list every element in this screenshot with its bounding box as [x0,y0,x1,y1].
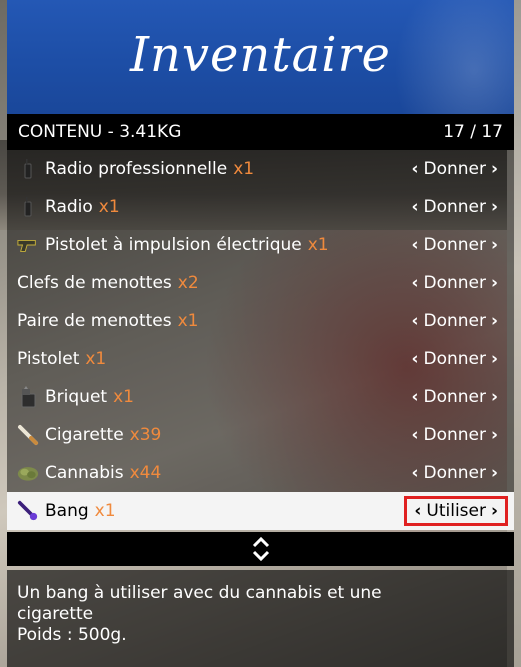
chevron-left-icon[interactable]: ‹ [411,463,418,483]
item-quantity: x1 [98,197,120,217]
chevron-left-icon[interactable]: ‹ [411,159,418,179]
use-action[interactable]: ‹ Utiliser › [404,496,508,526]
item-counter: 17 / 17 [443,122,503,142]
chevron-left-icon[interactable]: ‹ [414,501,421,521]
item-label: Radio professionnelle [45,159,228,179]
give-action[interactable]: ‹ Donner › [411,340,498,378]
action-label: Donner [423,159,486,179]
action-label: Donner [423,197,486,217]
stun-gun-icon [17,234,39,256]
item-label: Radio [45,197,93,217]
cannabis-icon [17,462,39,484]
give-action[interactable]: ‹ Donner › [411,454,498,492]
chevron-right-icon[interactable]: › [491,235,498,255]
item-label: Briquet [45,387,108,407]
item-quantity: x44 [129,463,162,483]
scroll-indicator[interactable] [7,532,514,566]
list-item-radio-professionnelle[interactable]: Radio professionnelle x1 ‹ Donner › [7,150,514,188]
item-quantity: x1 [85,349,107,369]
list-item-paire-de-menottes[interactable]: Paire de menottes x1 ‹ Donner › [7,302,514,340]
chevron-right-icon[interactable]: › [491,159,498,179]
action-label: Donner [423,387,486,407]
item-quantity: x1 [307,235,329,255]
item-label: Pistolet à impulsion électrique [45,235,302,255]
chevron-right-icon[interactable]: › [491,425,498,445]
description-line: cigarette [17,604,94,624]
item-description: Un bang à utiliser avec du cannabis et u… [7,570,514,667]
chevron-left-icon[interactable]: ‹ [411,387,418,407]
up-down-arrows-icon [252,536,269,562]
chevron-left-icon[interactable]: ‹ [411,197,418,217]
action-label: Utiliser [426,501,486,521]
description-line: Un bang à utiliser avec du cannabis et u… [17,583,382,603]
give-action[interactable]: ‹ Donner › [411,226,498,264]
give-action[interactable]: ‹ Donner › [411,378,498,416]
menu-subheader: CONTENU - 3.41KG 17 / 17 [7,114,514,150]
item-list: Radio professionnelle x1 ‹ Donner › Radi… [7,150,514,530]
chevron-right-icon[interactable]: › [491,501,498,521]
menu-header: Inventaire [7,0,514,114]
bang-icon [17,500,39,522]
list-item-cannabis[interactable]: Cannabis x44 ‹ Donner › [7,454,514,492]
give-action[interactable]: ‹ Donner › [411,302,498,340]
chevron-right-icon[interactable]: › [491,273,498,293]
give-action[interactable]: ‹ Donner › [411,188,498,226]
item-label: Cannabis [45,463,124,483]
radio-icon [17,196,39,218]
list-item-pistolet[interactable]: Pistolet x1 ‹ Donner › [7,340,514,378]
chevron-right-icon[interactable]: › [491,311,498,331]
inventory-menu: Inventaire CONTENU - 3.41KG 17 / 17 Radi… [7,0,514,667]
chevron-right-icon[interactable]: › [491,387,498,407]
action-label: Donner [423,349,486,369]
radio-icon [17,158,39,180]
item-label: Pistolet [17,349,80,369]
list-item-bang[interactable]: Bang x1 ‹ Utiliser › [7,492,514,530]
chevron-left-icon[interactable]: ‹ [411,425,418,445]
content-weight: CONTENU - 3.41KG [18,122,182,142]
action-label: Donner [423,463,486,483]
item-label: Paire de menottes [17,311,172,331]
list-item-cigarette[interactable]: Cigarette x39 ‹ Donner › [7,416,514,454]
cigarette-icon [17,424,39,446]
item-quantity: x1 [94,501,116,521]
item-quantity: x39 [129,425,162,445]
item-quantity: x2 [177,273,199,293]
action-label: Donner [423,235,486,255]
action-label: Donner [423,311,486,331]
list-item-radio[interactable]: Radio x1 ‹ Donner › [7,188,514,226]
action-label: Donner [423,425,486,445]
item-quantity: x1 [177,311,199,331]
chevron-left-icon[interactable]: ‹ [411,235,418,255]
give-action[interactable]: ‹ Donner › [411,416,498,454]
item-weight: Poids : 500g. [17,625,127,645]
list-item-clefs-de-menottes[interactable]: Clefs de menottes x2 ‹ Donner › [7,264,514,302]
chevron-right-icon[interactable]: › [491,197,498,217]
list-item-briquet[interactable]: Briquet x1 ‹ Donner › [7,378,514,416]
chevron-right-icon[interactable]: › [491,349,498,369]
action-label: Donner [423,273,486,293]
give-action[interactable]: ‹ Donner › [411,264,498,302]
item-quantity: x1 [233,159,255,179]
item-label: Cigarette [45,425,124,445]
chevron-left-icon[interactable]: ‹ [411,273,418,293]
lighter-icon [17,386,39,408]
chevron-left-icon[interactable]: ‹ [411,349,418,369]
give-action[interactable]: ‹ Donner › [411,150,498,188]
item-label: Clefs de menottes [17,273,172,293]
menu-title: Inventaire [130,27,391,83]
chevron-left-icon[interactable]: ‹ [411,311,418,331]
chevron-right-icon[interactable]: › [491,463,498,483]
item-quantity: x1 [113,387,134,407]
list-item-stun-gun[interactable]: Pistolet à impulsion électrique x1 ‹ Don… [7,226,514,264]
item-label: Bang [45,501,89,521]
